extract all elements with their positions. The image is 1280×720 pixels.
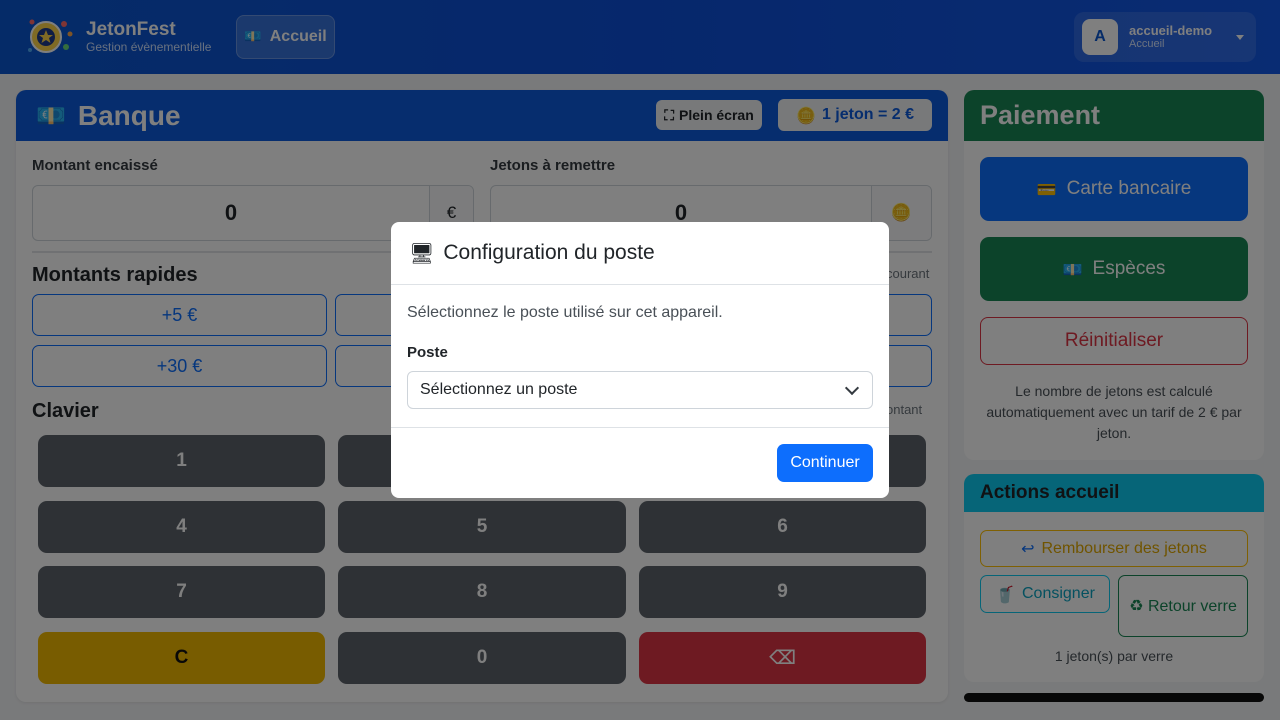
- chevron-down-icon: [844, 380, 860, 396]
- station-field-label: Poste: [407, 344, 448, 361]
- modal-title: Configuration du poste: [443, 241, 655, 264]
- modal-footer: Continuer: [391, 427, 889, 498]
- modal-header: 🖥 Configuration du poste: [391, 222, 889, 285]
- station-select[interactable]: Sélectionnez un poste: [407, 371, 873, 409]
- computer-icon: 🖥: [409, 241, 435, 265]
- station-config-modal: 🖥 Configuration du poste Sélectionnez le…: [391, 222, 889, 498]
- continue-button[interactable]: Continuer: [777, 444, 873, 482]
- modal-description: Sélectionnez le poste utilisé sur cet ap…: [407, 304, 723, 321]
- station-select-value: Sélectionnez un poste: [420, 381, 578, 398]
